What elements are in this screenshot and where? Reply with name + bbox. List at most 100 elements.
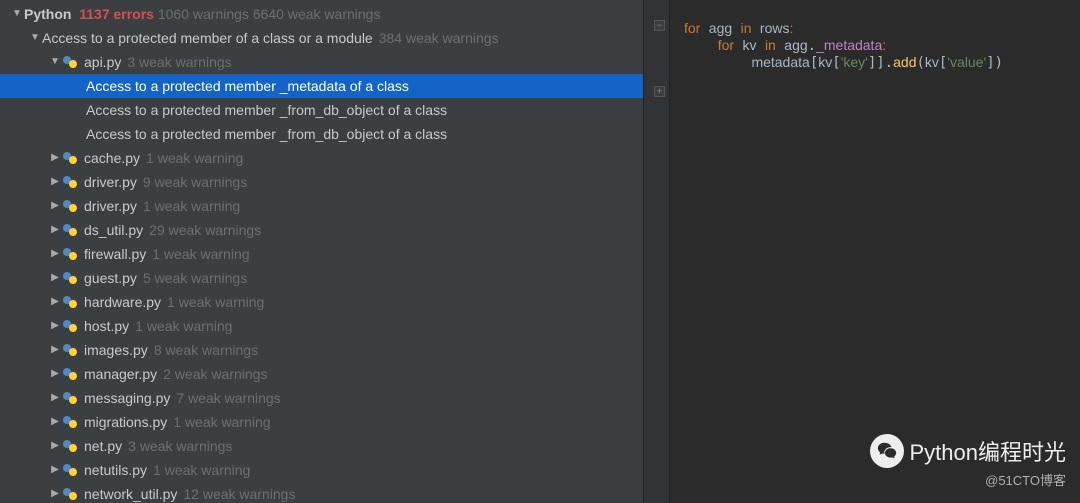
inspection-item[interactable]: Access to a protected member _from_db_ob… [0, 122, 643, 146]
chevron-down-icon [28, 26, 42, 50]
file-name: messaging.py [84, 386, 170, 410]
file-name: migrations.py [84, 410, 167, 434]
python-file-icon [62, 461, 80, 479]
file-name: driver.py [84, 170, 137, 194]
python-file-icon [62, 413, 80, 431]
file-info: 1 weak warning [173, 410, 270, 434]
inspection-tree[interactable]: Python 1137 errors 1060 warnings 6640 we… [0, 0, 643, 503]
file-node[interactable]: net.py 3 weak warnings [0, 434, 643, 458]
inspection-title: Access to a protected member of a class … [42, 26, 373, 50]
chevron-right-icon [48, 170, 62, 194]
error-count: 1137 errors [79, 2, 154, 26]
chevron-right-icon [48, 386, 62, 410]
file-info: 12 weak warnings [183, 482, 295, 503]
file-name: api.py [84, 50, 121, 74]
file-node[interactable]: driver.py 9 weak warnings [0, 170, 643, 194]
file-info: 7 weak warnings [176, 386, 280, 410]
weak-warning-count: 6640 weak warnings [253, 2, 381, 26]
python-file-icon [62, 221, 80, 239]
file-info: 29 weak warnings [149, 218, 261, 242]
fold-marker-icon[interactable]: + [654, 86, 665, 97]
chevron-right-icon [48, 266, 62, 290]
file-info: 2 weak warnings [163, 362, 267, 386]
file-info: 1 weak warning [135, 314, 232, 338]
file-info: 9 weak warnings [143, 170, 247, 194]
file-info: 1 weak warning [167, 290, 264, 314]
chevron-right-icon [48, 434, 62, 458]
editor-gutter: − + [644, 0, 670, 503]
warning-count: 1060 warnings [158, 2, 249, 26]
file-info: 1 weak warning [153, 458, 250, 482]
inspection-item-label: Access to a protected member _metadata o… [86, 74, 409, 98]
tree-header[interactable]: Python 1137 errors 1060 warnings 6640 we… [0, 2, 643, 26]
inspection-tree-panel: Python 1137 errors 1060 warnings 6640 we… [0, 0, 643, 503]
file-name: guest.py [84, 266, 137, 290]
python-file-icon [62, 437, 80, 455]
file-name: net.py [84, 434, 122, 458]
file-node[interactable]: hardware.py 1 weak warning [0, 290, 643, 314]
chevron-right-icon [48, 290, 62, 314]
python-file-icon [62, 341, 80, 359]
python-file-icon [62, 53, 80, 71]
python-file-icon [62, 173, 80, 191]
python-file-icon [62, 149, 80, 167]
file-node[interactable]: driver.py 1 weak warning [0, 194, 643, 218]
chevron-right-icon [48, 362, 62, 386]
file-name: manager.py [84, 362, 157, 386]
file-name: firewall.py [84, 242, 146, 266]
file-info: 8 weak warnings [154, 338, 258, 362]
file-name: host.py [84, 314, 129, 338]
python-file-icon [62, 269, 80, 287]
python-file-icon [62, 365, 80, 383]
chevron-right-icon [48, 410, 62, 434]
chevron-right-icon [48, 218, 62, 242]
file-name: cache.py [84, 146, 140, 170]
inspection-item[interactable]: Access to a protected member _from_db_ob… [0, 98, 643, 122]
file-name: driver.py [84, 194, 137, 218]
chevron-right-icon [48, 194, 62, 218]
python-file-icon [62, 389, 80, 407]
chevron-right-icon [48, 482, 62, 503]
file-info: 1 weak warning [152, 242, 249, 266]
chevron-down-icon [10, 2, 24, 26]
file-info: 1 weak warning [143, 194, 240, 218]
file-name: ds_util.py [84, 218, 143, 242]
file-node-api[interactable]: api.py 3 weak warnings [0, 50, 643, 74]
inspection-count: 384 weak warnings [379, 26, 499, 50]
python-file-icon [62, 245, 80, 263]
chevron-right-icon [48, 314, 62, 338]
file-node[interactable]: guest.py 5 weak warnings [0, 266, 643, 290]
python-file-icon [62, 293, 80, 311]
file-node[interactable]: messaging.py 7 weak warnings [0, 386, 643, 410]
file-node[interactable]: network_util.py 12 weak warnings [0, 482, 643, 503]
file-node[interactable]: ds_util.py 29 weak warnings [0, 218, 643, 242]
file-node[interactable]: images.py 8 weak warnings [0, 338, 643, 362]
inspection-item-selected[interactable]: Access to a protected member _metadata o… [0, 74, 643, 98]
code-editor[interactable]: for agg in rows: for kv in agg._metadata… [684, 20, 1072, 71]
editor-panel: − + for agg in rows: for kv in agg._meta… [643, 0, 1080, 503]
file-info: 3 weak warnings [127, 50, 231, 74]
file-info: 3 weak warnings [128, 434, 232, 458]
chevron-right-icon [48, 242, 62, 266]
python-file-icon [62, 317, 80, 335]
inspection-item-label: Access to a protected member _from_db_ob… [86, 122, 447, 146]
file-node[interactable]: manager.py 2 weak warnings [0, 362, 643, 386]
chevron-right-icon [48, 458, 62, 482]
file-node[interactable]: migrations.py 1 weak warning [0, 410, 643, 434]
file-info: 1 weak warning [146, 146, 243, 170]
chevron-down-icon [48, 50, 62, 74]
chevron-right-icon [48, 338, 62, 362]
fold-marker-icon[interactable]: − [654, 20, 665, 31]
python-file-icon [62, 485, 80, 503]
inspection-item-label: Access to a protected member _from_db_ob… [86, 98, 447, 122]
python-file-icon [62, 197, 80, 215]
file-node[interactable]: netutils.py 1 weak warning [0, 458, 643, 482]
file-name: hardware.py [84, 290, 161, 314]
file-node[interactable]: firewall.py 1 weak warning [0, 242, 643, 266]
inspection-category[interactable]: Access to a protected member of a class … [0, 26, 643, 50]
file-node[interactable]: cache.py 1 weak warning [0, 146, 643, 170]
file-node[interactable]: host.py 1 weak warning [0, 314, 643, 338]
chevron-right-icon [48, 146, 62, 170]
file-name: images.py [84, 338, 148, 362]
language-label: Python [24, 2, 71, 26]
